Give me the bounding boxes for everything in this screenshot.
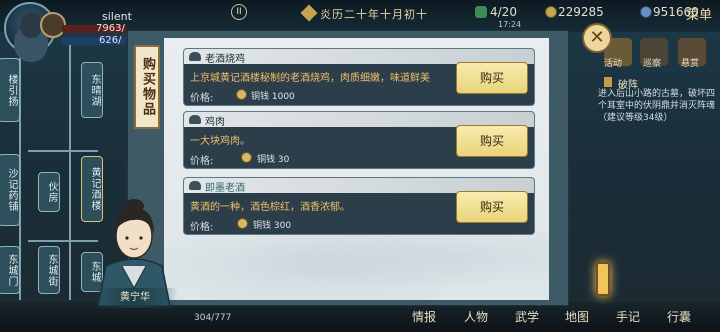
item-name: 鸡肉 — [205, 117, 225, 128]
player-name: silent — [102, 10, 132, 23]
silver-coin-icon — [640, 6, 652, 18]
mp-value: 626/ — [99, 35, 122, 46]
action-points: 4/20 — [490, 5, 517, 19]
copper-coin-icon — [237, 218, 248, 229]
inventory-button[interactable]: 行囊 — [667, 308, 691, 325]
food-icon — [189, 52, 201, 61]
shop-item: 即墨老酒 黄酒的一种，酒色棕红，酒香浓郁。 价格: 铜钱 300 购买 — [183, 177, 535, 235]
copper-coin-icon — [545, 6, 557, 18]
quest-description[interactable]: 进入后山小路的古墓，破坏四个耳室中的伏阴鼎并消灭阵魂（建议等级34级） — [598, 88, 718, 124]
item-price: 铜钱 300 — [253, 221, 292, 231]
game-date: 炎历二十年十月初十 — [320, 8, 428, 21]
game-scene: 楼引扬 东晴湖 沙记药铺 伙房 黄记酒楼 东城门 东城街 东城 活动 巡察 悬赏… — [0, 0, 720, 332]
map-node[interactable]: 东城门 — [0, 246, 20, 294]
map-node[interactable]: 楼引扬 — [0, 58, 20, 122]
pause-button[interactable]: II — [231, 4, 247, 20]
copper-coin-icon — [241, 152, 252, 163]
menu-button[interactable]: 菜单 — [686, 4, 712, 23]
map-node[interactable]: 东晴湖 — [81, 62, 103, 118]
hp-value: 7963/ — [96, 23, 125, 34]
item-description: 一大块鸡肉。 — [190, 136, 250, 147]
close-button[interactable]: ✕ — [582, 23, 612, 53]
shop-item: 鸡肉 一大块鸡肉。 价格: 铜钱 30 购买 — [183, 111, 535, 169]
map-path — [69, 40, 71, 300]
action-points-icon — [475, 6, 487, 18]
copper-coin-icon — [236, 89, 247, 100]
map-node[interactable]: 沙记药铺 — [0, 154, 20, 226]
buy-button[interactable]: 购买 — [456, 191, 528, 223]
price-label: 价格: — [190, 93, 214, 104]
intel-button[interactable]: 情报 — [412, 308, 436, 325]
dialog-title: 购买物品 — [134, 45, 160, 129]
buy-button[interactable]: 购买 — [456, 125, 528, 157]
item-name: 老酒烧鸡 — [205, 54, 245, 65]
price-label: 价格: — [190, 222, 214, 233]
experience-value: 304/777 — [194, 313, 232, 323]
clock: 17:24 — [498, 20, 522, 29]
npc-name: 黄宁华 — [92, 288, 178, 308]
shop-item: 老酒烧鸡 上京城黄记酒楼秘制的老酒烧鸡，肉质细嫩，味道鲜美 价格: 铜钱 100… — [183, 48, 535, 106]
item-name: 即墨老酒 — [205, 183, 245, 194]
map-button[interactable]: 地图 — [565, 308, 589, 325]
bounty-label: 悬赏 — [681, 59, 700, 69]
item-description: 黄酒的一种，酒色棕红，酒香浓郁。 — [190, 202, 350, 213]
food-icon — [189, 115, 201, 124]
item-price: 铜钱 1000 — [251, 92, 295, 102]
map-node[interactable]: 东城街 — [38, 246, 60, 294]
price-label: 价格: — [190, 156, 214, 167]
journal-button[interactable]: 手记 — [616, 308, 640, 325]
item-price: 铜钱 30 — [257, 155, 290, 165]
item-description: 上京城黄记酒楼秘制的老酒烧鸡，肉质细嫩，味道鲜美 — [190, 73, 430, 84]
lantern-icon — [596, 262, 610, 296]
quest-flag-icon — [604, 77, 612, 87]
activity-label: 活动 — [604, 59, 623, 69]
map-path — [28, 150, 98, 152]
food-icon — [189, 181, 201, 190]
buy-button[interactable]: 购买 — [456, 62, 528, 94]
copper-amount: 229285 — [558, 5, 604, 19]
character-button[interactable]: 人物 — [464, 308, 488, 325]
patrol-label: 巡察 — [643, 59, 662, 69]
map-node[interactable]: 伙房 — [38, 172, 60, 212]
martial-arts-button[interactable]: 武学 — [515, 308, 539, 325]
